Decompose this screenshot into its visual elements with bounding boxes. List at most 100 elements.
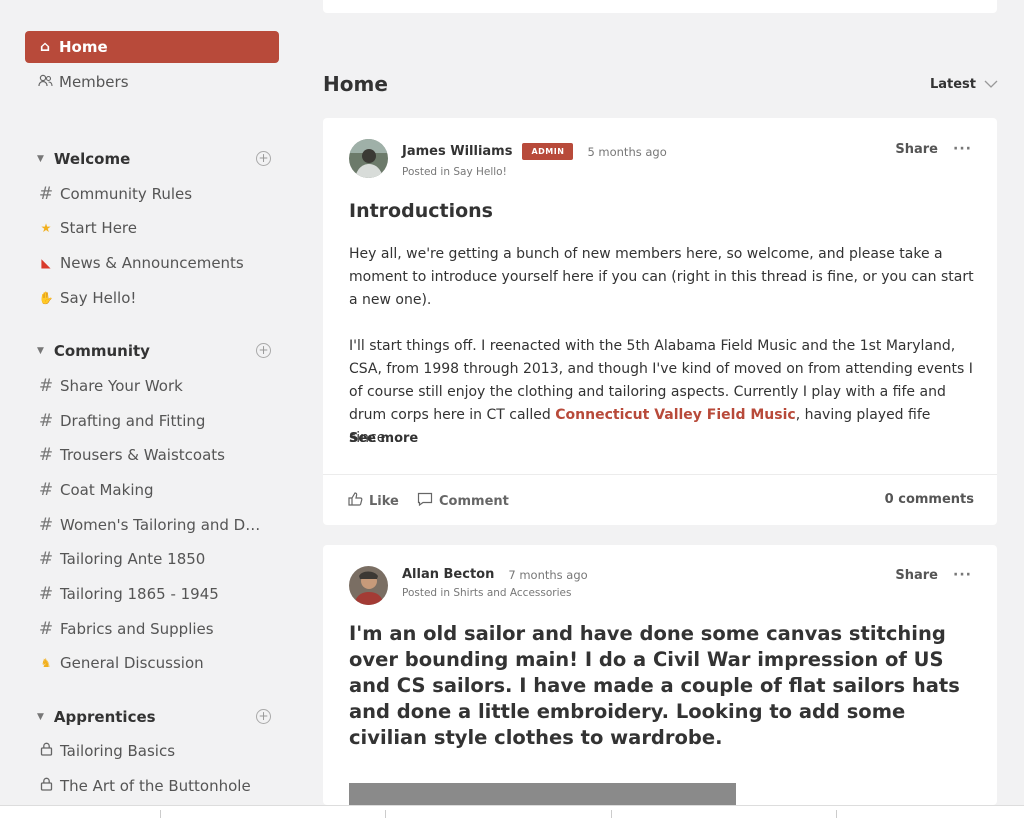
- avatar[interactable]: [349, 139, 388, 178]
- channel-label: Women's Tailoring and D…: [60, 516, 261, 534]
- like-button[interactable]: Like: [348, 492, 399, 510]
- chevron-down-icon: [984, 77, 998, 92]
- author-name[interactable]: James Williams: [402, 144, 512, 159]
- bottom-divider: [836, 810, 837, 818]
- previous-post-card: [323, 0, 997, 13]
- megaphone-icon: ◣: [41, 256, 51, 270]
- post-author[interactable]: James Williams ADMIN 5 months ago: [402, 143, 667, 160]
- home-icon: ⌂: [39, 39, 51, 55]
- like-label: Like: [369, 493, 399, 509]
- nav-members[interactable]: Members: [25, 66, 279, 98]
- channel-general-discussion[interactable]: ♞ General Discussion: [37, 651, 277, 675]
- bottom-divider: [611, 810, 612, 818]
- post-body[interactable]: I'm an old sailor and have done some can…: [349, 621, 979, 751]
- author-name[interactable]: Allan Becton: [402, 567, 494, 582]
- add-channel-icon[interactable]: +: [256, 709, 271, 724]
- more-options-icon[interactable]: ···: [953, 567, 972, 583]
- hash-icon: #: [38, 376, 54, 396]
- nav-home[interactable]: ⌂ Home: [25, 31, 279, 63]
- channel-label: Tailoring Basics: [60, 742, 176, 760]
- post-time[interactable]: 7 months ago: [508, 568, 587, 582]
- post-card: Allan Becton 7 months ago Posted in Shir…: [323, 545, 997, 805]
- channel-label: General Discussion: [60, 654, 204, 672]
- channel-womens-tailoring[interactable]: # Women's Tailoring and D…: [37, 513, 277, 537]
- section-welcome[interactable]: ▼ Welcome +: [37, 147, 277, 171]
- share-button[interactable]: Share: [895, 568, 938, 583]
- hash-icon: #: [38, 619, 54, 639]
- channel-community-rules[interactable]: # Community Rules: [37, 182, 277, 206]
- comment-button[interactable]: Comment: [417, 492, 509, 510]
- members-icon: [37, 74, 53, 91]
- comment-icon: [417, 492, 433, 510]
- section-community-title: Community: [53, 342, 150, 360]
- hash-icon: #: [38, 549, 54, 569]
- hash-icon: #: [38, 515, 54, 535]
- avatar[interactable]: [349, 566, 388, 605]
- channel-label: News & Announcements: [60, 254, 244, 272]
- channel-label: Fabrics and Supplies: [60, 620, 214, 638]
- comment-count[interactable]: 0 comments: [885, 492, 974, 507]
- post-paragraph: Hey all, we're getting a bunch of new me…: [349, 246, 974, 308]
- channel-fabrics-supplies[interactable]: # Fabrics and Supplies: [37, 617, 277, 641]
- add-channel-icon[interactable]: +: [256, 151, 271, 166]
- hash-icon: #: [38, 480, 54, 500]
- divider: [323, 474, 997, 475]
- sort-dropdown[interactable]: Latest: [930, 77, 998, 92]
- post-paragraph: I'll start things off. I reenacted with …: [349, 335, 975, 450]
- channel-label: Coat Making: [60, 481, 154, 499]
- add-channel-icon[interactable]: +: [256, 343, 271, 358]
- section-apprentices-title: Apprentices: [53, 708, 156, 726]
- bottom-bar: [0, 805, 1024, 818]
- section-community[interactable]: ▼ Community +: [37, 339, 277, 363]
- hash-icon: #: [38, 584, 54, 604]
- channel-coat-making[interactable]: # Coat Making: [37, 478, 277, 502]
- hash-icon: #: [38, 411, 54, 431]
- channel-trousers-waistcoats[interactable]: # Trousers & Waistcoats: [37, 443, 277, 467]
- hash-icon: #: [38, 184, 54, 204]
- channel-tailoring-basics[interactable]: Tailoring Basics: [37, 739, 277, 763]
- bottom-divider: [160, 810, 161, 818]
- more-options-icon[interactable]: ···: [953, 141, 972, 157]
- channel-label: Drafting and Fitting: [60, 412, 206, 430]
- post-card: James Williams ADMIN 5 months ago Posted…: [323, 118, 997, 525]
- caret-down-icon: ▼: [37, 154, 44, 164]
- channel-say-hello[interactable]: ✋ Say Hello!: [37, 286, 277, 310]
- channel-art-of-buttonhole[interactable]: The Art of the Buttonhole: [37, 774, 277, 798]
- posted-in[interactable]: Posted in Say Hello!: [402, 166, 507, 178]
- post-link[interactable]: Connecticut Valley Field Music: [555, 407, 795, 423]
- wave-icon: ✋: [38, 291, 54, 305]
- nav-home-label: Home: [59, 38, 108, 56]
- channel-label: Community Rules: [60, 185, 193, 203]
- section-apprentices[interactable]: ▼ Apprentices +: [37, 705, 277, 729]
- see-more-link[interactable]: See more: [349, 431, 418, 446]
- channel-news-announcements[interactable]: ◣ News & Announcements: [37, 251, 277, 275]
- channel-label: Tailoring 1865 - 1945: [60, 585, 219, 603]
- sidebar: ⌂ Home Members ▼ Welcome + # Community R…: [0, 0, 300, 805]
- caret-down-icon: ▼: [37, 346, 44, 356]
- channel-tailoring-1865-1945[interactable]: # Tailoring 1865 - 1945: [37, 582, 277, 606]
- lock-icon: [37, 776, 55, 796]
- posted-in[interactable]: Posted in Shirts and Accessories: [402, 587, 571, 599]
- channel-start-here[interactable]: ★ Start Here: [37, 216, 277, 240]
- post-title[interactable]: Introductions: [349, 200, 493, 222]
- channel-drafting-fitting[interactable]: # Drafting and Fitting: [37, 409, 277, 433]
- hash-icon: #: [38, 445, 54, 465]
- share-button[interactable]: Share: [895, 142, 938, 157]
- channel-share-your-work[interactable]: # Share Your Work: [37, 374, 277, 398]
- channel-tailoring-ante-1850[interactable]: # Tailoring Ante 1850: [37, 547, 277, 571]
- post-time[interactable]: 5 months ago: [587, 145, 666, 159]
- channel-label: Share Your Work: [60, 377, 183, 395]
- comment-label: Comment: [439, 493, 509, 509]
- nav-members-label: Members: [59, 73, 129, 91]
- post-author[interactable]: Allan Becton 7 months ago: [402, 567, 588, 582]
- channel-label: Start Here: [60, 219, 137, 237]
- channel-label: Trousers & Waistcoats: [60, 446, 225, 464]
- lock-icon: [37, 741, 55, 761]
- post-image[interactable]: [349, 783, 736, 805]
- cat-icon: ♞: [40, 656, 52, 670]
- sort-label: Latest: [929, 77, 976, 92]
- thumbs-up-icon: [348, 492, 363, 510]
- channel-label: The Art of the Buttonhole: [60, 777, 251, 795]
- admin-badge: ADMIN: [522, 143, 574, 160]
- caret-down-icon: ▼: [37, 712, 44, 722]
